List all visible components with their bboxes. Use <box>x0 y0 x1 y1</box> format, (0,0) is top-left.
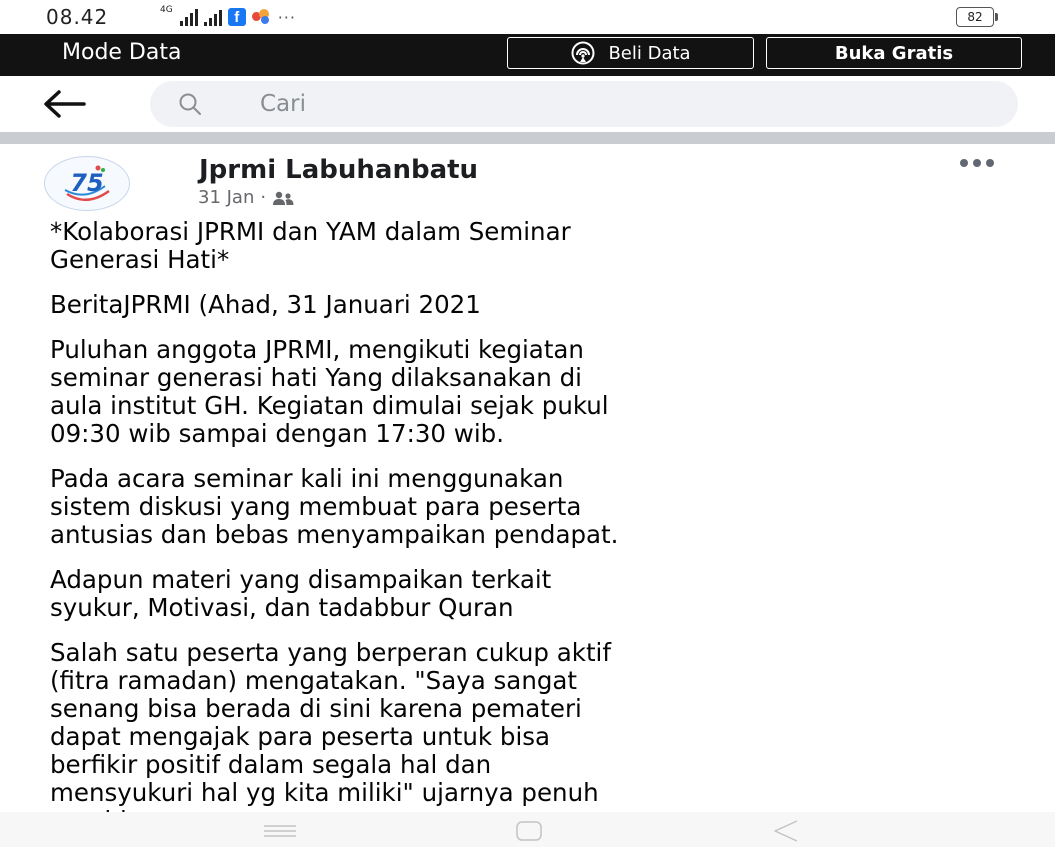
more-notifications-icon: ··· <box>277 7 296 27</box>
more-horizontal-icon[interactable] <box>960 155 1000 171</box>
back-triangle-icon[interactable] <box>773 819 799 843</box>
post-paragraph: Adapun materi yang disampaikan terkait s… <box>50 565 552 622</box>
hotspot-icon <box>571 41 595 65</box>
buy-data-button[interactable]: Beli Data <box>507 37 754 69</box>
arrow-left-icon[interactable] <box>42 88 86 120</box>
post-paragraph: BeritaJPRMI (Ahad, 31 Januari 2021 <box>50 290 481 319</box>
post-body: *Kolaborasi JPRMI dan YAM dalam Seminar … <box>50 218 1030 852</box>
friends-icon <box>273 191 294 205</box>
menu-icon[interactable] <box>263 824 297 838</box>
anniversary-logo: 75 <box>64 165 110 201</box>
meta-separator: · <box>260 187 267 208</box>
post-paragraph: Puluhan anggota JPRMI, mengikuti kegiata… <box>50 335 609 448</box>
buy-data-label: Beli Data <box>608 42 691 64</box>
search-icon <box>179 93 201 115</box>
network-type-label: 4G <box>160 5 173 15</box>
facebook-notification-icon: f <box>227 8 246 26</box>
search-row: Cari <box>0 76 1055 132</box>
avatar[interactable]: 75 <box>44 156 130 211</box>
status-bar: 08.42 4G f ··· 82 <box>0 0 1055 34</box>
post-paragraph: Pada acara seminar kali ini menggunakan … <box>50 464 619 549</box>
section-divider <box>0 132 1055 144</box>
open-free-button[interactable]: Buka Gratis <box>766 37 1022 69</box>
open-free-label: Buka Gratis <box>834 42 954 64</box>
data-mode-bar: Mode Data Beli Data Buka Gratis <box>0 34 1055 76</box>
system-nav-bar <box>0 812 1055 847</box>
post-meta: 31 Jan · <box>198 187 294 208</box>
post-date[interactable]: 31 Jan <box>198 187 254 208</box>
battery-icon: 82 <box>956 7 998 27</box>
status-time: 08.42 <box>46 5 109 29</box>
post-author[interactable]: Jprmi Labuhanbatu <box>199 155 478 185</box>
search-placeholder: Cari <box>260 91 306 117</box>
data-mode-title: Mode Data <box>62 40 182 65</box>
signal-icon-2 <box>203 8 222 26</box>
post-paragraph: *Kolaborasi JPRMI dan YAM dalam Seminar … <box>50 217 571 274</box>
search-input[interactable]: Cari <box>150 81 1018 127</box>
status-icons: 4G f ··· <box>160 5 296 28</box>
avatar-logo-number: 75 <box>70 169 103 197</box>
signal-icon <box>179 8 198 26</box>
post-paragraph: Salah satu peserta yang berperan cukup a… <box>50 638 611 835</box>
home-square-icon[interactable] <box>515 820 543 842</box>
app-notification-icon <box>251 9 272 25</box>
